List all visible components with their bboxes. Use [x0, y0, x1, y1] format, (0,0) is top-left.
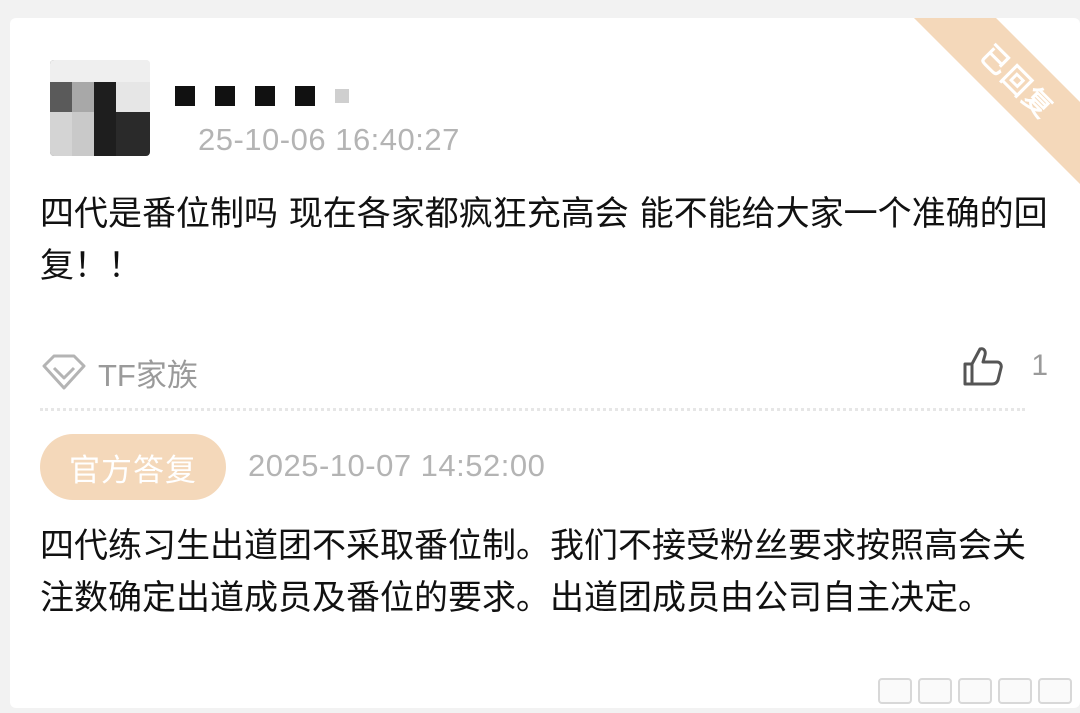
question-text: 四代是番位制吗 现在各家都疯狂充高会 能不能给大家一个准确的回复！！: [40, 194, 1048, 286]
diamond-icon: [42, 354, 86, 390]
source-tag[interactable]: TF家族: [40, 348, 198, 396]
qa-card: 25-10-06 16:40:27 已回复 四代是番位制吗 现在各家都疯狂充高会…: [10, 18, 1080, 708]
like-control[interactable]: 1: [961, 344, 1048, 388]
thumbs-up-icon[interactable]: [961, 344, 1005, 388]
replied-status-badge: 已回复: [912, 18, 1080, 187]
answer-text: 四代练习生出道团不采取番位制。我们不接受粉丝要求按照高会关注数确定出道成员及番位…: [40, 526, 1026, 618]
like-count: 1: [1031, 349, 1048, 382]
avatar[interactable]: [50, 60, 150, 156]
answer-timestamp: 2025-10-07 14:52:00: [248, 448, 546, 483]
source-label: TF家族: [98, 357, 198, 393]
official-answer-badge: 官方答复: [40, 434, 226, 500]
official-answer-label: 官方答复: [69, 452, 197, 489]
username-block: [295, 86, 315, 106]
question-timestamp: 25-10-06 16:40:27: [198, 122, 460, 157]
username-block: [175, 86, 195, 106]
username-block: [255, 86, 275, 106]
username-block: [335, 89, 349, 103]
username-block: [215, 86, 235, 106]
divider: [40, 408, 1025, 411]
username-pixelated: [175, 84, 349, 108]
replied-status-label: 已回复: [973, 38, 1061, 126]
watermark-logo: [878, 678, 1072, 704]
